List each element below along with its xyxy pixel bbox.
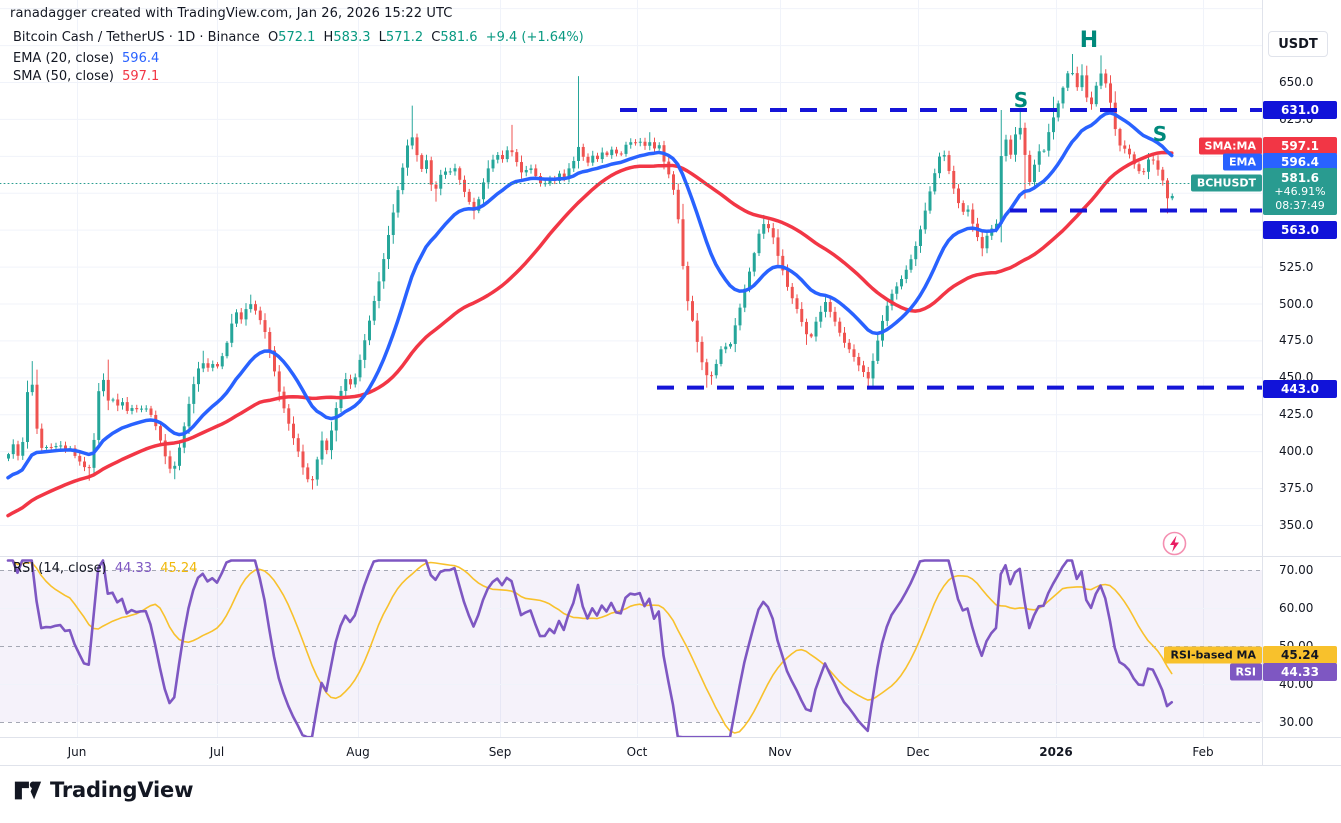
rsi-tag: RSI bbox=[1230, 664, 1263, 681]
close-label: C bbox=[431, 30, 440, 45]
rsi-tick: 70.00 bbox=[1279, 563, 1313, 577]
sma-label: SMA (50, close) bbox=[13, 69, 114, 84]
currency-unit-button[interactable]: USDT bbox=[1268, 31, 1328, 57]
sma-legend-row[interactable]: SMA (50, close) 597.1 bbox=[13, 69, 163, 84]
level-631-label: 631.0 bbox=[1263, 101, 1337, 119]
rsi-tick: 60.00 bbox=[1279, 601, 1313, 615]
countdown-timer: 08:37:49 bbox=[1263, 199, 1337, 213]
ema-label: EMA (20, close) bbox=[13, 51, 114, 66]
attribution-text: ranadagger created with TradingView.com,… bbox=[10, 6, 452, 21]
price-tick: 500.0 bbox=[1279, 297, 1313, 311]
price-tick: 650.0 bbox=[1279, 75, 1313, 89]
open-label: O bbox=[268, 30, 278, 45]
sma-value: 597.1 bbox=[122, 69, 159, 84]
last-price-value: 581.6 bbox=[1263, 171, 1337, 185]
price-tick: 525.0 bbox=[1279, 260, 1313, 274]
high-label: H bbox=[324, 30, 334, 45]
low-label: L bbox=[379, 30, 386, 45]
high-value: 583.3 bbox=[333, 30, 370, 45]
ema-price-tag: EMA bbox=[1223, 154, 1262, 171]
time-axis-label: Sep bbox=[489, 745, 512, 759]
price-tick: 425.0 bbox=[1279, 407, 1313, 421]
rsi-ma-value-label: 45.24 bbox=[1263, 646, 1337, 664]
price-tick: 375.0 bbox=[1279, 481, 1313, 495]
symbol-legend-row[interactable]: Bitcoin Cash / TetherUS · 1D · Binance O… bbox=[13, 30, 588, 45]
rsi-value: 44.33 bbox=[115, 561, 152, 576]
price-tick: 475.0 bbox=[1279, 333, 1313, 347]
rsi-label: RSI (14, close) bbox=[13, 561, 107, 576]
close-value: 581.6 bbox=[440, 30, 477, 45]
tradingview-logo-icon bbox=[13, 775, 43, 805]
ema-value: 596.4 bbox=[122, 51, 159, 66]
tradingview-chart-window: ranadagger created with TradingView.com,… bbox=[0, 0, 1341, 823]
rsi-ma-value: 45.24 bbox=[160, 561, 197, 576]
open-value: 572.1 bbox=[278, 30, 315, 45]
flash-events-icon[interactable] bbox=[1161, 530, 1188, 557]
sma-price-tag: SMA:MA bbox=[1199, 138, 1262, 155]
ema-legend-row[interactable]: EMA (20, close) 596.4 bbox=[13, 51, 163, 66]
level-443-label: 443.0 bbox=[1263, 380, 1337, 398]
change-value: +9.4 (+1.64%) bbox=[486, 30, 584, 45]
rsi-value-label: 44.33 bbox=[1263, 663, 1337, 681]
time-axis-label: Jun bbox=[68, 745, 87, 759]
level-563-label: 563.0 bbox=[1263, 221, 1337, 239]
rsi-ma-tag: RSI-based MA bbox=[1164, 647, 1262, 664]
head-annotation[interactable]: H bbox=[1080, 28, 1098, 53]
tradingview-logo[interactable]: TradingView bbox=[13, 775, 193, 805]
time-axis-label: Nov bbox=[768, 745, 791, 759]
bottom-border bbox=[0, 765, 1341, 766]
time-axis-label: Aug bbox=[346, 745, 369, 759]
tradingview-logo-text: TradingView bbox=[50, 778, 193, 802]
rsi-legend-row[interactable]: RSI (14, close) 44.33 45.24 bbox=[13, 561, 201, 576]
price-tick: 350.0 bbox=[1279, 518, 1313, 532]
rsi-tick: 30.00 bbox=[1279, 715, 1313, 729]
time-axis-label: Jul bbox=[210, 745, 224, 759]
symbol-price-tag: BCHUSDT bbox=[1191, 175, 1262, 192]
time-axis-label: Feb bbox=[1192, 745, 1213, 759]
shoulder-left-annotation[interactable]: S bbox=[1014, 88, 1028, 112]
time-axis-label: Oct bbox=[627, 745, 648, 759]
last-price-label: 581.6 +46.91% 08:37:49 bbox=[1263, 168, 1337, 215]
chart-canvas[interactable] bbox=[0, 0, 1341, 765]
time-axis-label: 2026 bbox=[1039, 745, 1072, 759]
price-tick: 400.0 bbox=[1279, 444, 1313, 458]
low-value: 571.2 bbox=[386, 30, 423, 45]
time-axis-label: Dec bbox=[906, 745, 929, 759]
symbol-title: Bitcoin Cash / TetherUS · 1D · Binance bbox=[13, 30, 260, 45]
shoulder-right-annotation[interactable]: S bbox=[1153, 122, 1167, 146]
change-percent-value: +46.91% bbox=[1263, 185, 1337, 199]
